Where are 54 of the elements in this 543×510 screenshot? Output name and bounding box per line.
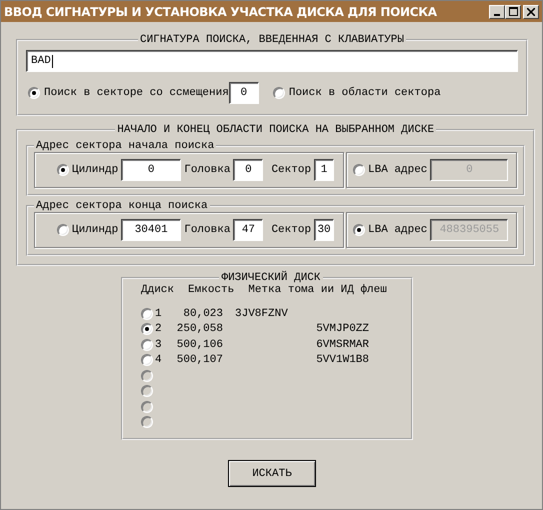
disk-capacity: 80,023 xyxy=(183,308,223,320)
search-button[interactable]: ИСКАТЬ xyxy=(228,460,316,487)
disk-number: 3 xyxy=(155,338,162,351)
radio-button[interactable] xyxy=(141,354,153,366)
lba-label: LBA адрес xyxy=(368,164,428,176)
maximize-button[interactable] xyxy=(505,4,521,18)
disk-capacity: 500,107 xyxy=(176,354,223,366)
flash-id: 6VMSRMAR xyxy=(316,338,369,351)
radio-button[interactable] xyxy=(141,338,153,351)
column-header: Емкость xyxy=(188,284,234,296)
disk-number: 2 xyxy=(155,323,162,336)
flash-id: 5VMJP0ZZ xyxy=(316,323,369,336)
radio-button[interactable] xyxy=(57,224,69,236)
head-input[interactable]: 0 xyxy=(233,159,264,181)
option-label: Поиск в области сектора xyxy=(288,87,441,99)
lba-label: LBA адрес xyxy=(368,224,428,236)
cylinder-label: Цилиндр xyxy=(72,224,118,236)
group-title: ФИЗИЧЕСКИЙ ДИСК xyxy=(220,272,322,284)
group-title: Адрес сектора конца поиска xyxy=(35,200,209,212)
offset-input[interactable]: 0 xyxy=(228,82,259,104)
radio-button[interactable] xyxy=(141,323,153,336)
cylinder-input[interactable]: 0 xyxy=(121,159,182,181)
group-title: НАЧАЛО И КОНЕЦ ОБЛАСТИ ПОИСКА НА ВЫБРАННОМ ДИСКЕ xyxy=(116,124,436,136)
head-label: Головка xyxy=(184,164,230,176)
head-input[interactable]: 47 xyxy=(233,219,264,241)
sector-label: Сектор xyxy=(271,224,312,236)
volume-label: 3JV8FZNV xyxy=(235,308,288,320)
head-label: Головка xyxy=(184,224,230,236)
window-title: ВВОД СИГНАТУРЫ И УСТАНОВКА УЧАСТКА ДИСКА ДЛЯ ПОИСКА xyxy=(4,4,437,18)
disk-capacity: 500,106 xyxy=(176,338,223,351)
disk-number: 4 xyxy=(155,354,162,366)
column-header: Ддиск xyxy=(141,284,174,296)
radio-button[interactable] xyxy=(141,308,153,320)
close-icon xyxy=(527,8,535,16)
sector-input[interactable]: 30 xyxy=(314,219,334,241)
disk-capacity: 250,058 xyxy=(176,323,223,336)
radio-button[interactable] xyxy=(272,87,285,99)
minimize-button[interactable] xyxy=(489,4,505,18)
radio-button[interactable] xyxy=(28,87,40,99)
radio-button[interactable] xyxy=(57,164,69,176)
maximize-icon xyxy=(508,7,518,16)
group-title: СИГНАТУРА ПОИСКА, ВВЕДЕННАЯ С КЛАВИАТУРЫ xyxy=(138,34,406,46)
sector-input[interactable]: 1 xyxy=(314,159,334,181)
option-label: Поиск в секторе со ссмещения xyxy=(44,87,229,99)
minimize-icon xyxy=(494,14,500,16)
column-header: Метка тома ии ИД флеш xyxy=(248,284,387,296)
sector-label: Сектор xyxy=(271,164,312,176)
group-title: Адрес сектора начала поиска xyxy=(35,140,216,152)
disk-number: 1 xyxy=(155,308,162,320)
cylinder-label: Цилиндр xyxy=(72,164,118,176)
flash-id: 5VV1W1B8 xyxy=(316,354,369,366)
close-button[interactable] xyxy=(523,4,539,18)
signature-input[interactable]: BAD xyxy=(26,50,518,72)
cylinder-input[interactable]: 30401 xyxy=(121,219,182,241)
